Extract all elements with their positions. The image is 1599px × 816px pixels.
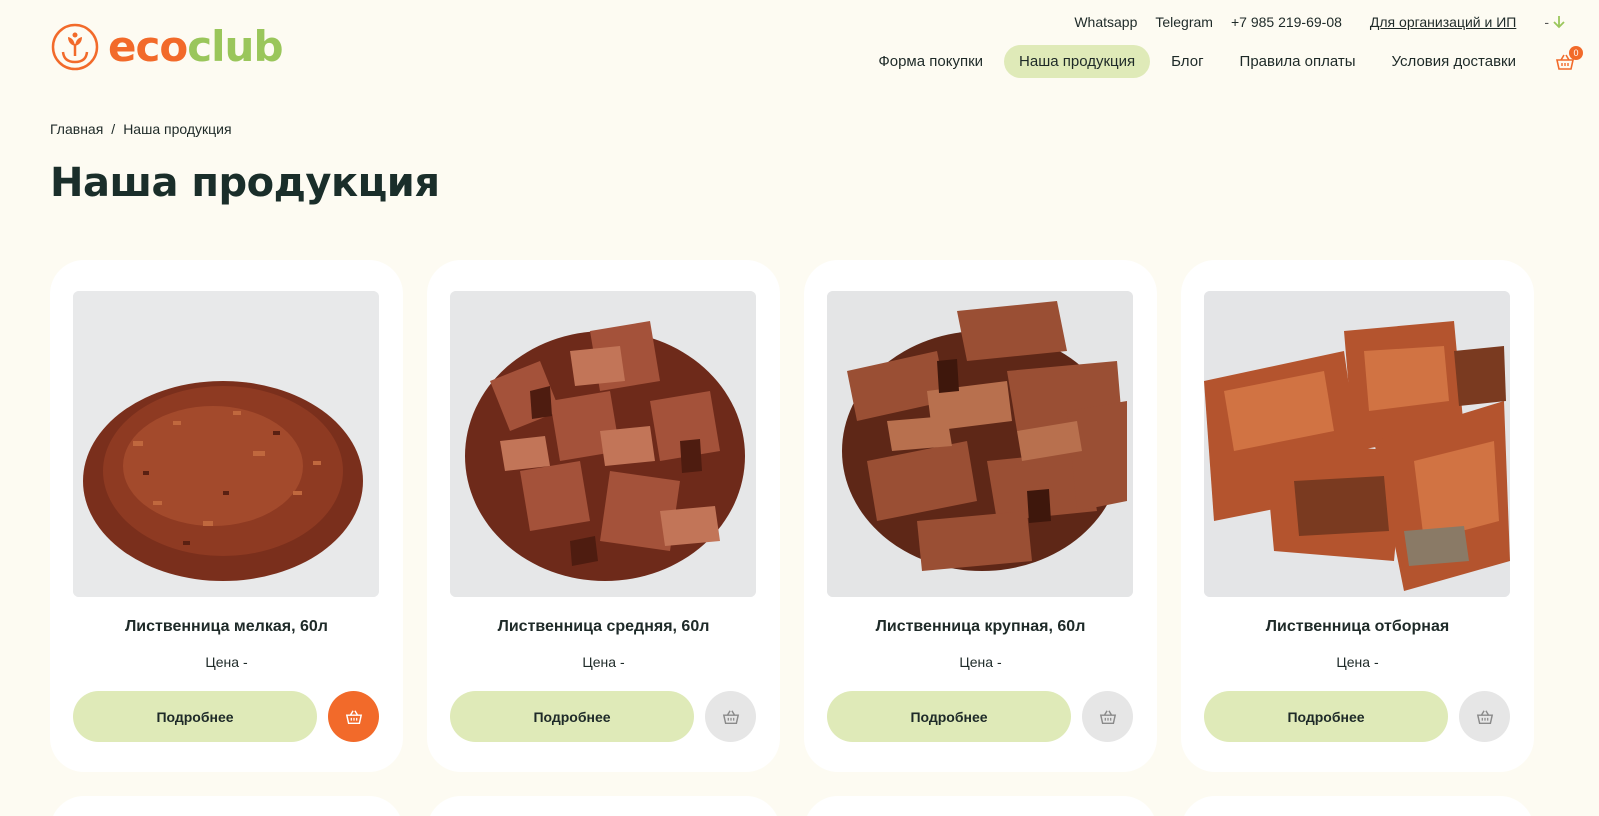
organizations-link[interactable]: Для организаций и ИП bbox=[1370, 14, 1516, 30]
product-card: Лиственница крупная, 60л Цена - Подробне… bbox=[804, 260, 1157, 772]
details-button[interactable]: Подробнее bbox=[73, 691, 317, 742]
product-card: Лиственница отборная Цена - Подробнее bbox=[1181, 260, 1534, 772]
cart-count-badge: 0 bbox=[1569, 46, 1583, 60]
logo[interactable]: ecoclub bbox=[50, 22, 284, 72]
breadcrumb-separator: / bbox=[111, 121, 116, 137]
product-grid: Лиственница мелкая, 60л Цена - Подробнее bbox=[50, 260, 1534, 772]
details-button[interactable]: Подробнее bbox=[827, 691, 1071, 742]
nav-item-products[interactable]: Наша продукция bbox=[1004, 45, 1151, 78]
add-to-cart-button[interactable] bbox=[328, 691, 379, 742]
breadcrumb-current: Наша продукция bbox=[123, 121, 232, 137]
product-price: Цена - bbox=[582, 654, 625, 670]
product-card bbox=[804, 796, 1157, 816]
product-image[interactable] bbox=[73, 291, 379, 597]
product-card: Лиственница средняя, 60л Цена - Подробне… bbox=[427, 260, 780, 772]
whatsapp-link[interactable]: Whatsapp bbox=[1074, 14, 1137, 30]
product-price: Цена - bbox=[205, 654, 248, 670]
product-title[interactable]: Лиственница отборная bbox=[1181, 618, 1534, 636]
product-price: Цена - bbox=[959, 654, 1002, 670]
nav-item-purchase-form[interactable]: Форма покупки bbox=[863, 45, 998, 78]
language-value: - bbox=[1544, 14, 1549, 30]
basket-icon bbox=[1476, 709, 1493, 724]
product-card: Лиственница мелкая, 60л Цена - Подробнее bbox=[50, 260, 403, 772]
basket-icon bbox=[1099, 709, 1116, 724]
basket-icon bbox=[722, 709, 739, 724]
ecoclub-logo-icon bbox=[51, 23, 99, 71]
main-nav: Форма покупки Наша продукция Блог Правил… bbox=[857, 45, 1531, 78]
product-title[interactable]: Лиственница средняя, 60л bbox=[427, 618, 780, 636]
product-image[interactable] bbox=[1204, 291, 1510, 597]
product-image[interactable] bbox=[450, 291, 756, 597]
top-contacts-bar: Whatsapp Telegram +7 985 219-69-08 Для о… bbox=[1056, 14, 1565, 30]
next-row-cards-peek bbox=[50, 796, 1534, 816]
phone-link[interactable]: +7 985 219-69-08 bbox=[1231, 14, 1342, 30]
nav-item-blog[interactable]: Блог bbox=[1156, 45, 1218, 78]
logo-text: ecoclub bbox=[108, 22, 284, 71]
product-card bbox=[50, 796, 403, 816]
basket-icon bbox=[345, 709, 362, 724]
language-selector[interactable]: - bbox=[1544, 14, 1565, 30]
arrow-down-icon bbox=[1553, 16, 1565, 29]
telegram-link[interactable]: Telegram bbox=[1155, 14, 1213, 30]
breadcrumb: Главная / Наша продукция bbox=[50, 121, 232, 137]
add-to-cart-button[interactable] bbox=[705, 691, 756, 742]
header-cart-button[interactable]: 0 bbox=[1555, 46, 1583, 74]
add-to-cart-button[interactable] bbox=[1082, 691, 1133, 742]
nav-item-delivery[interactable]: Условия доставки bbox=[1377, 45, 1531, 78]
product-title[interactable]: Лиственница мелкая, 60л bbox=[50, 618, 403, 636]
product-card bbox=[1181, 796, 1534, 816]
page-title: Наша продукция bbox=[50, 160, 440, 206]
details-button[interactable]: Подробнее bbox=[1204, 691, 1448, 742]
product-card bbox=[427, 796, 780, 816]
details-button[interactable]: Подробнее bbox=[450, 691, 694, 742]
product-title[interactable]: Лиственница крупная, 60л bbox=[804, 618, 1157, 636]
product-image[interactable] bbox=[827, 291, 1133, 597]
product-price: Цена - bbox=[1336, 654, 1379, 670]
breadcrumb-home-link[interactable]: Главная bbox=[50, 121, 103, 137]
add-to-cart-button[interactable] bbox=[1459, 691, 1510, 742]
nav-item-payment-rules[interactable]: Правила оплаты bbox=[1225, 45, 1371, 78]
